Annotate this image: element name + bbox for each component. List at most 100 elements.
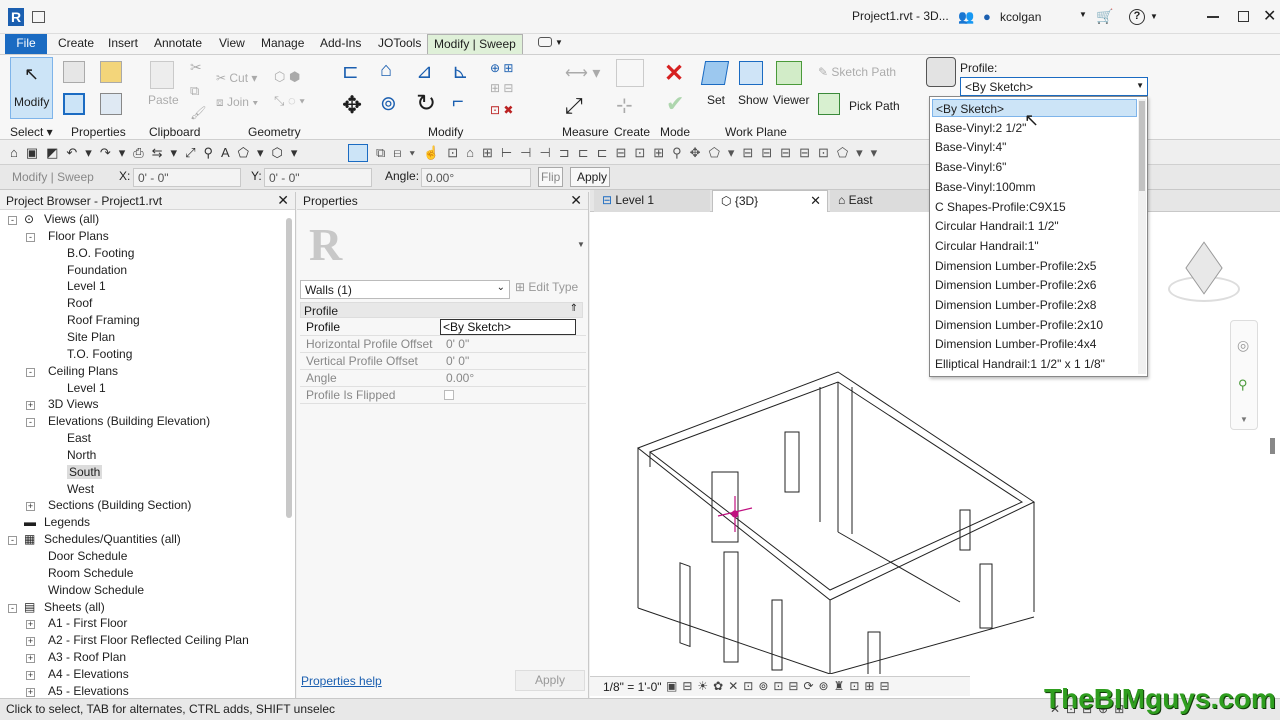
family-types-icon[interactable] (100, 61, 122, 83)
property-value[interactable] (440, 387, 576, 404)
properties-help-link[interactable]: Properties help (301, 674, 382, 688)
properties-palette-icon[interactable] (63, 93, 85, 115)
browser-folder-28[interactable]: A5 - Elevations (48, 684, 129, 698)
tab-file[interactable]: File (5, 34, 47, 54)
collapse-icon[interactable]: - (8, 536, 17, 546)
viewer-icon[interactable] (776, 61, 802, 85)
geometry-tools-icon[interactable]: ⬡ ⬢ (274, 69, 300, 85)
viewcube[interactable] (1164, 241, 1244, 310)
expand-icon[interactable]: + (26, 654, 35, 664)
maximize-icon[interactable] (1238, 11, 1249, 22)
ribbon-options-dropdown-icon[interactable]: ▼ (555, 38, 563, 47)
type-selector[interactable]: Walls (1) ⌄ (300, 280, 510, 299)
tab-manage[interactable]: Manage (255, 34, 310, 54)
browser-item-16[interactable]: West (67, 482, 94, 496)
expand-icon[interactable]: + (26, 670, 35, 680)
browser-folder-17[interactable]: Sections (Building Section) (48, 498, 191, 512)
browser-item-14[interactable]: North (67, 448, 96, 462)
sketch-path-button[interactable]: ✎ Sketch Path (818, 65, 896, 79)
collapse-icon[interactable]: - (26, 418, 35, 428)
measure-icon[interactable]: ⟷ ▾ (565, 63, 600, 83)
view-tab-level-1[interactable]: ⊟ Level 1 (594, 190, 710, 212)
dropdown-scrollbar-track[interactable] (1138, 99, 1146, 374)
browser-folder-20[interactable]: Door Schedule (48, 549, 127, 563)
match-properties-icon[interactable]: 🖌 (190, 105, 207, 121)
view-control-icons[interactable]: ▣⊟☀✿✕⊡⊚⊡⊟⟳⊚♜⊡⊞⊟ (666, 679, 895, 693)
delete-element-icon[interactable]: ⊡ ✖ (490, 103, 513, 117)
expand-icon[interactable]: + (26, 620, 35, 630)
profile-option[interactable]: Base-Vinyl:100mm (935, 178, 1036, 196)
view-tools-icons[interactable]: ⧉⊟▾☝⊡⌂⊞⊢⊣⊣⊐⊏⊏⊟⊡⊞⚲✥⬠▾⊟⊟⊟⊟⊡⬠▾▾ (376, 145, 885, 161)
browser-item-3[interactable]: Foundation (67, 263, 127, 277)
rotate-icon[interactable]: ↻ (416, 89, 436, 118)
user-icon[interactable]: ● (983, 9, 991, 24)
properties-close-icon[interactable]: ✕ (570, 192, 582, 209)
profile-group-header[interactable]: Profile ⇑ (300, 302, 583, 318)
revit-logo-icon[interactable]: R (8, 8, 24, 26)
nav-dropdown-icon[interactable]: ▼ (1240, 415, 1248, 424)
binoculars-icon[interactable]: 👥 (958, 9, 974, 25)
array-icon[interactable]: ⊞ ⊟ (490, 81, 513, 95)
mirror-axis-icon[interactable]: ⊿ (416, 59, 433, 84)
show-workplane-icon[interactable] (739, 61, 763, 85)
copy-element-icon[interactable]: ⊚ (380, 91, 397, 116)
app-menu-icon[interactable] (32, 11, 45, 23)
expand-icon[interactable]: + (26, 687, 35, 697)
browser-item-13[interactable]: East (67, 431, 91, 445)
browser-folder-11[interactable]: 3D Views (48, 397, 98, 411)
browser-category-0[interactable]: Views (all) (44, 212, 99, 226)
close-window-icon[interactable]: ✕ (1263, 6, 1276, 26)
browser-item-10[interactable]: Level 1 (67, 381, 106, 395)
profile-option[interactable]: Dimension Lumber-Profile:2x8 (935, 296, 1096, 314)
browser-item-2[interactable]: B.O. Footing (67, 246, 134, 260)
browser-item-8[interactable]: T.O. Footing (67, 347, 132, 361)
mirror-draw-icon[interactable]: ⊾ (452, 59, 469, 84)
user-name[interactable]: kcolgan (1000, 10, 1041, 24)
tab-insert[interactable]: Insert (102, 34, 144, 54)
cancel-mode-icon[interactable]: ✕ (664, 59, 684, 88)
help-icon[interactable]: ? (1129, 9, 1145, 25)
qat-icons[interactable]: ⌂▣◩↶▾↷▾⎙⇆▾⤢⚲A⬠▾⬡▾ (10, 145, 305, 161)
browser-folder-27[interactable]: A4 - Elevations (48, 667, 129, 681)
browser-item-7[interactable]: Site Plan (67, 330, 115, 344)
ribbon-options-icon[interactable] (538, 37, 552, 47)
browser-folder-21[interactable]: Room Schedule (48, 566, 133, 580)
flipped-checkbox[interactable] (444, 390, 454, 400)
thin-lines-icon[interactable] (348, 144, 368, 162)
profile-option[interactable]: Dimension Lumber-Profile:2x10 (935, 316, 1103, 334)
x-coordinate-field[interactable]: 0' - 0" (133, 168, 241, 187)
dropdown-scrollbar-thumb[interactable] (1139, 101, 1145, 191)
collapse-icon[interactable]: - (8, 216, 17, 225)
cut-label[interactable]: ✂ Cut ▾ (216, 71, 257, 85)
wall-joins-icon[interactable]: ⤡ ◌ ▾ (274, 93, 305, 109)
family-category-icon[interactable] (100, 93, 122, 115)
property-value[interactable]: 0.00° (440, 370, 576, 387)
scissors-icon[interactable]: ✂ (190, 59, 202, 76)
tab-create[interactable]: Create (52, 34, 100, 54)
browser-item-6[interactable]: Roof Framing (67, 313, 140, 327)
collapse-icon[interactable]: - (26, 232, 35, 242)
browser-category-19[interactable]: Schedules/Quantities (all) (44, 532, 181, 546)
type-properties-icon[interactable] (63, 61, 85, 83)
browser-folder-9[interactable]: Ceiling Plans (48, 364, 118, 378)
properties-apply-button[interactable]: Apply (515, 670, 585, 691)
set-workplane-icon[interactable] (700, 61, 730, 85)
modify-button[interactable]: ↖ Modify (10, 57, 53, 119)
browser-folder-25[interactable]: A2 - First Floor Reflected Ceiling Plan (48, 633, 249, 647)
tab-add-ins[interactable]: Add-Ins (314, 34, 367, 54)
user-dropdown-icon[interactable]: ▼ (1079, 10, 1087, 19)
angle-field[interactable]: 0.00° (421, 168, 531, 187)
zoom-icon[interactable]: ⚲ (1238, 377, 1248, 393)
flip-button[interactable]: Flip (538, 167, 563, 187)
panel-select[interactable]: Select ▾ (10, 125, 53, 139)
finish-mode-icon[interactable]: ✔ (666, 91, 684, 117)
copy-icon[interactable]: ⧉ (190, 83, 199, 99)
options-apply-button[interactable]: Apply (570, 167, 610, 187)
profile-option[interactable]: C Shapes-Profile:C9X15 (935, 198, 1066, 216)
close-icon[interactable]: ✕ (277, 192, 289, 209)
view-tab-3d[interactable]: ⬡ {3D} ✕ (712, 190, 828, 212)
browser-scrollbar[interactable] (286, 218, 292, 518)
profile-option[interactable]: Elliptical Handrail:1 1/2" x 1 1/8" (935, 355, 1105, 373)
browser-folder-12[interactable]: Elevations (Building Elevation) (48, 414, 210, 428)
browser-category-23[interactable]: Sheets (all) (44, 600, 105, 614)
